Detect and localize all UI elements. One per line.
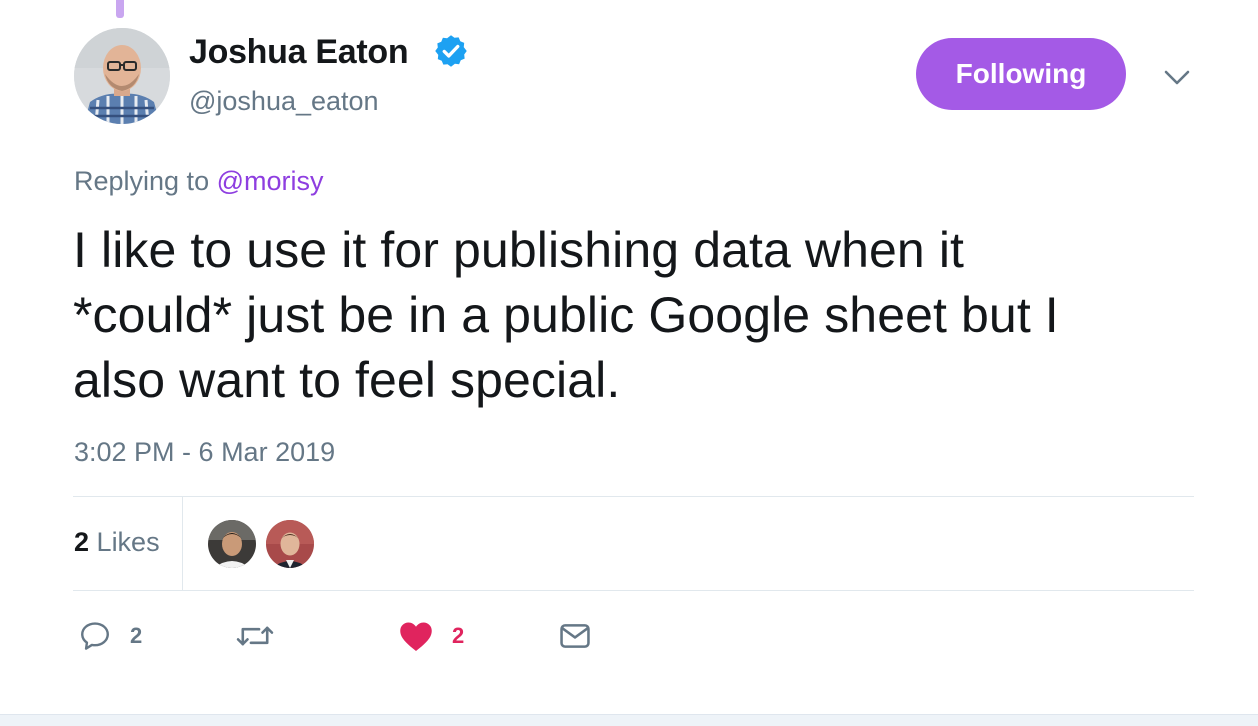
- liker-avatar[interactable]: [266, 520, 314, 568]
- likes-stat[interactable]: 2 Likes: [74, 527, 160, 558]
- tweet-text: I like to use it for publishing data whe…: [73, 218, 1203, 413]
- retweet-button[interactable]: [236, 616, 274, 656]
- tweet-text-line: I like to use it for publishing data whe…: [73, 222, 965, 278]
- liker-avatar[interactable]: [208, 520, 256, 568]
- following-button[interactable]: Following: [916, 38, 1126, 110]
- chevron-down-icon[interactable]: [1160, 62, 1194, 92]
- message-icon: [560, 624, 590, 648]
- divider: [73, 590, 1194, 591]
- heart-icon: [400, 622, 432, 651]
- thread-connector: [116, 0, 124, 18]
- like-button[interactable]: 2: [398, 616, 464, 656]
- verified-badge-icon: [435, 35, 467, 67]
- author-handle[interactable]: @joshua_eaton: [189, 86, 379, 117]
- reply-icon: [81, 622, 109, 650]
- replying-to: Replying to @morisy: [74, 166, 324, 197]
- direct-message-button[interactable]: [558, 616, 592, 656]
- tweet-detail: Joshua Eaton @joshua_eaton Following Rep…: [0, 0, 1258, 726]
- retweet-icon: [236, 626, 274, 646]
- tweet-text-line: also want to feel special.: [73, 352, 621, 408]
- like-count: 2: [452, 623, 465, 648]
- reply-count: 2: [130, 623, 143, 648]
- likes-count: 2: [74, 527, 90, 557]
- reply-button[interactable]: 2: [78, 616, 142, 656]
- author-name[interactable]: Joshua Eaton: [189, 33, 409, 72]
- replying-mention-link[interactable]: @morisy: [217, 166, 324, 196]
- author-avatar[interactable]: [74, 28, 170, 124]
- footer-bar: [0, 714, 1258, 726]
- tweet-timestamp[interactable]: 3:02 PM - 6 Mar 2019: [74, 437, 335, 468]
- tweet-text-line: *could* just be in a public Google sheet…: [73, 287, 1059, 343]
- divider: [182, 497, 183, 590]
- likes-label: Likes: [96, 527, 160, 557]
- divider: [73, 496, 1194, 497]
- replying-prefix: Replying to: [74, 166, 210, 196]
